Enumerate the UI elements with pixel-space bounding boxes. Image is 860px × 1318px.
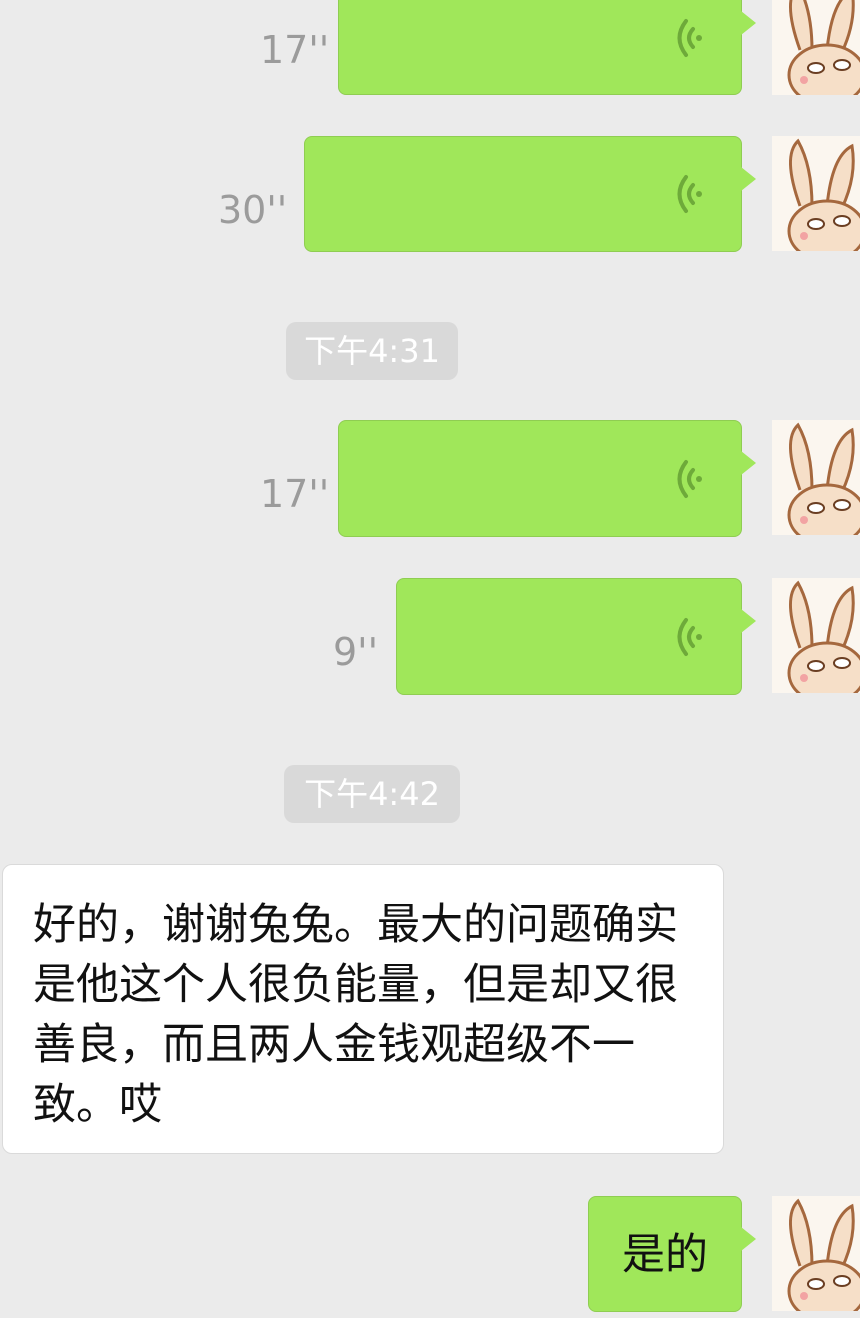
voice-duration: 17'' — [260, 472, 330, 516]
avatar[interactable] — [772, 578, 860, 693]
rabbit-avatar — [787, 580, 860, 693]
rabbit-avatar — [787, 0, 860, 95]
voice-message-row: 9'' — [0, 578, 860, 703]
avatar[interactable] — [772, 420, 860, 535]
avatar[interactable] — [772, 136, 860, 251]
voice-message-bubble[interactable] — [304, 136, 756, 252]
rabbit-avatar — [787, 1198, 860, 1311]
incoming-message-text: 好的，谢谢兔兔。最大的问题确实是他这个人很负能量，但是却又很善良，而且两人金钱观… — [33, 900, 678, 1130]
voice-message-row: 30'' — [0, 130, 860, 255]
rabbit-avatar — [787, 138, 860, 251]
time-separator: 下午4:31 — [286, 322, 458, 380]
voice-message-bubble[interactable] — [396, 578, 756, 695]
voice-wave-icon — [677, 175, 702, 213]
outgoing-message-row: 是的 — [0, 1194, 860, 1318]
voice-duration: 17'' — [260, 28, 330, 72]
incoming-message-bubble[interactable]: 好的，谢谢兔兔。最大的问题确实是他这个人很负能量，但是却又很善良，而且两人金钱观… — [2, 864, 724, 1154]
voice-message-bubble[interactable] — [338, 420, 756, 537]
rabbit-avatar — [787, 422, 860, 535]
time-separator: 下午4:42 — [284, 765, 460, 823]
voice-message-bubble[interactable] — [338, 0, 756, 95]
voice-message-row: 17'' — [0, 0, 860, 100]
outgoing-message-bubble[interactable]: 是的 — [588, 1196, 756, 1312]
voice-duration: 9'' — [333, 630, 379, 674]
avatar[interactable] — [772, 0, 860, 95]
avatar[interactable] — [772, 1196, 860, 1311]
outgoing-message-text: 是的 — [622, 1230, 708, 1280]
voice-wave-icon — [677, 18, 702, 57]
voice-message-row: 17'' — [0, 420, 860, 545]
voice-wave-icon — [677, 617, 702, 656]
voice-duration: 30'' — [218, 188, 288, 232]
voice-wave-icon — [677, 459, 702, 498]
